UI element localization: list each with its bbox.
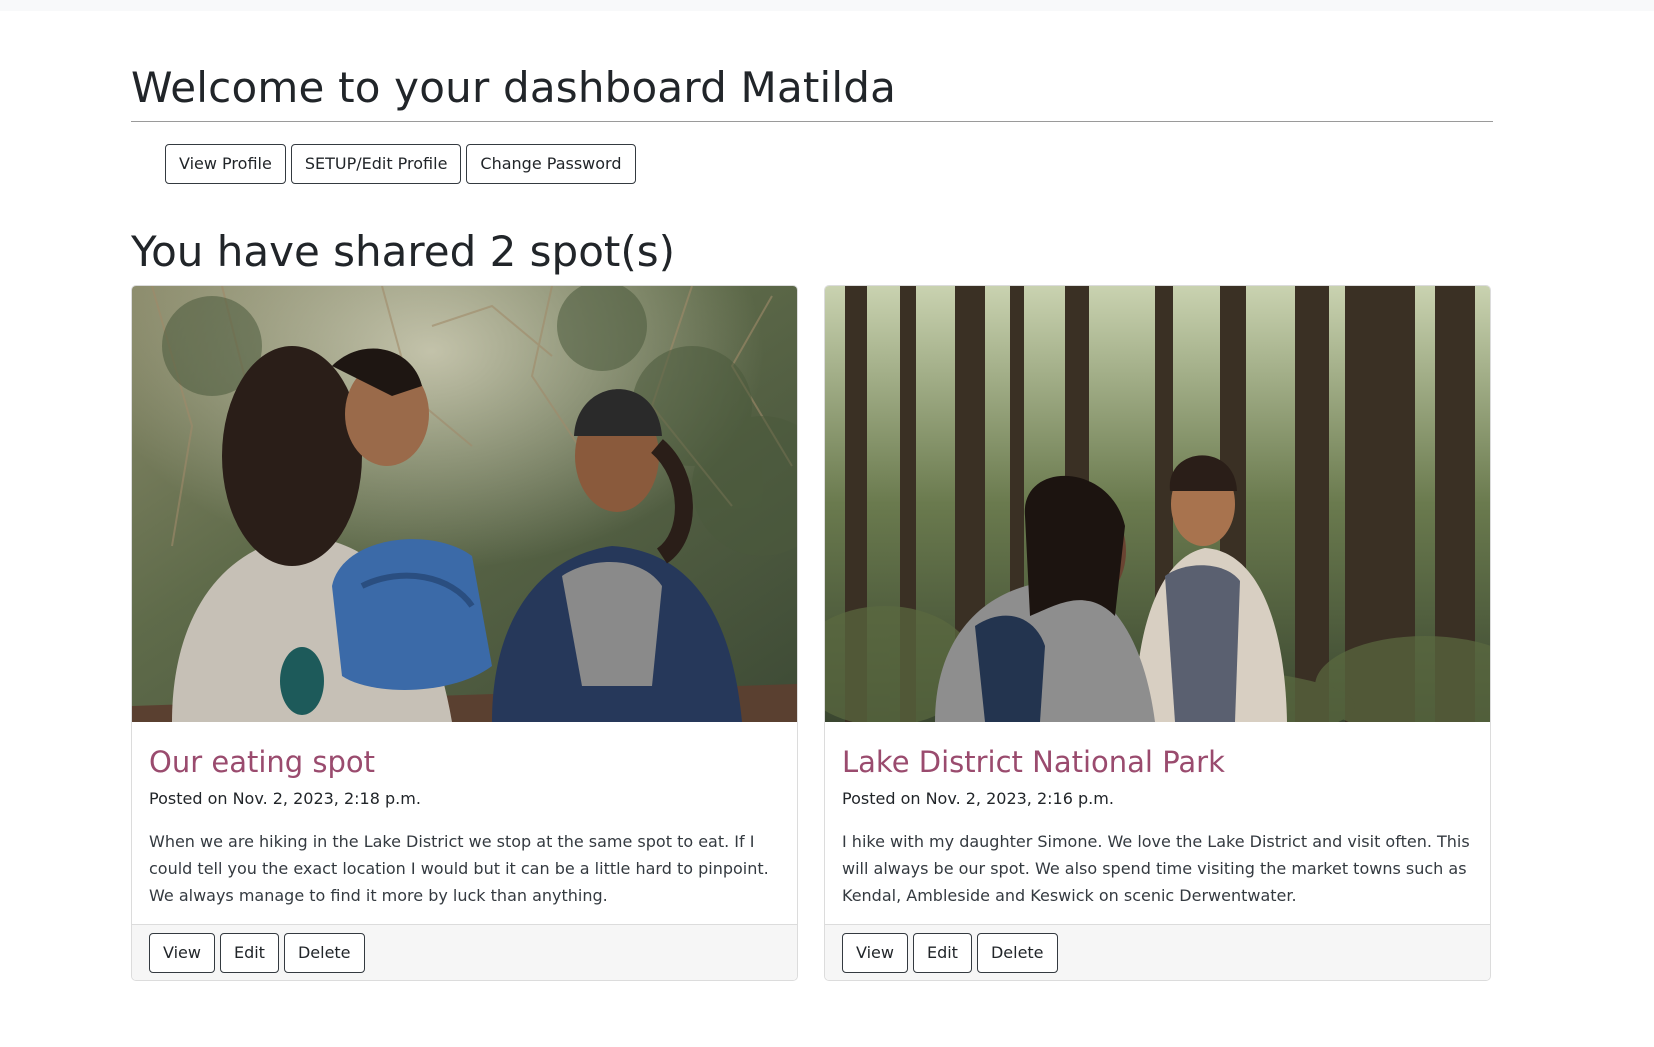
spot-title: Our eating spot — [149, 745, 376, 779]
view-profile-button[interactable]: View Profile — [165, 144, 286, 184]
spot-title: Lake District National Park — [842, 745, 1225, 779]
delete-spot-button[interactable]: Delete — [976, 933, 1058, 973]
edit-spot-button[interactable]: Edit — [912, 933, 972, 973]
spot-card-body: Our eating spot Posted on Nov. 2, 2023, … — [149, 722, 779, 909]
spot-actions: View Edit Delete — [842, 933, 1058, 973]
view-spot-button[interactable]: View — [842, 933, 908, 973]
spot-card: Lake District National Park Posted on No… — [824, 285, 1491, 981]
spot-posted-date: Posted on Nov. 2, 2023, 2:18 p.m. — [149, 789, 421, 808]
spot-photo — [132, 286, 797, 722]
spot-card-body: Lake District National Park Posted on No… — [842, 722, 1472, 909]
spot-description: I hike with my daughter Simone. We love … — [842, 832, 1470, 905]
shared-spots-heading: You have shared 2 spot(s) — [131, 227, 676, 276]
profile-actions: View Profile SETUP/Edit Profile Change P… — [165, 144, 636, 184]
view-spot-button[interactable]: View — [149, 933, 215, 973]
title-divider — [131, 121, 1493, 122]
edit-spot-button[interactable]: Edit — [219, 933, 279, 973]
change-password-button[interactable]: Change Password — [466, 144, 636, 184]
spot-card-footer: View Edit Delete — [132, 924, 797, 980]
spot-card-footer: View Edit Delete — [825, 924, 1490, 980]
top-navbar-strip — [0, 0, 1654, 11]
spot-description: When we are hiking in the Lake District … — [149, 832, 769, 905]
delete-spot-button[interactable]: Delete — [283, 933, 365, 973]
edit-profile-button[interactable]: SETUP/Edit Profile — [290, 144, 462, 184]
spot-actions: View Edit Delete — [149, 933, 365, 973]
spot-card: Our eating spot Posted on Nov. 2, 2023, … — [131, 285, 798, 981]
spot-photo — [825, 286, 1490, 722]
page-title: Welcome to your dashboard Matilda — [131, 63, 897, 112]
spot-posted-date: Posted on Nov. 2, 2023, 2:16 p.m. — [842, 789, 1114, 808]
